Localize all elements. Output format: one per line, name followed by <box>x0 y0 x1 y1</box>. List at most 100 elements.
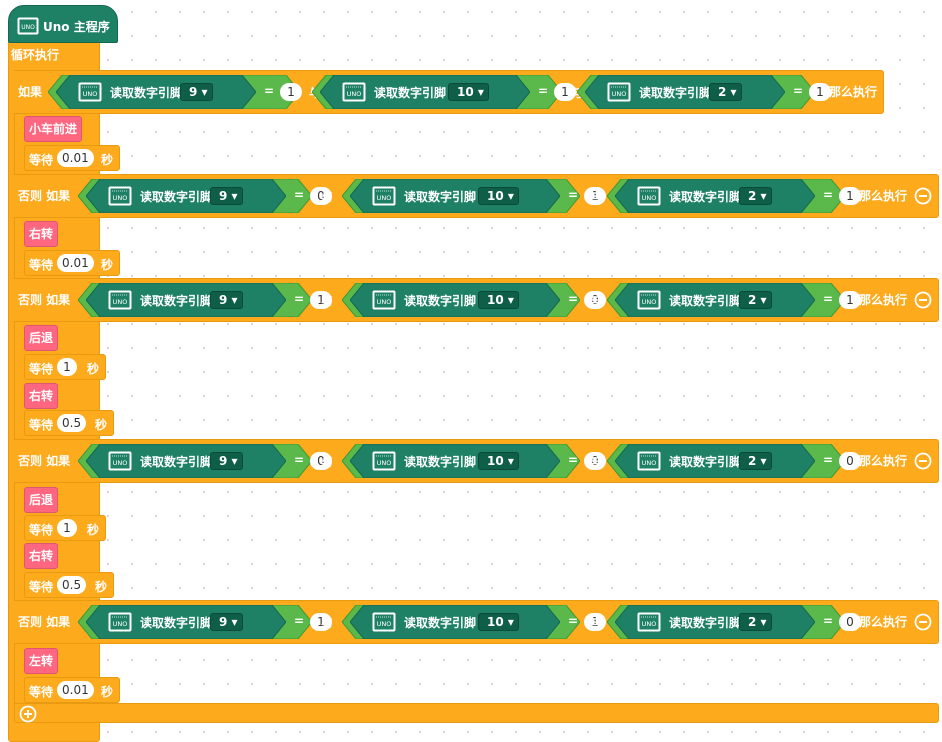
read-digital-pin-block[interactable]: UNO 读取数字引脚 9 ▾ <box>56 75 256 109</box>
wait-duration-input[interactable]: 0.01 <box>57 149 94 167</box>
wait-seconds-block[interactable]: 等待 1 秒 <box>24 354 106 380</box>
pin-number-dropdown[interactable]: 2 ▾ <box>739 187 772 205</box>
equals-compare-block[interactable]: UNO 读取数字引脚 9 ▾ = 1 <box>78 283 332 317</box>
car-action-block[interactable]: 右转 <box>24 221 59 247</box>
seconds-unit-label: 秒 <box>95 580 108 594</box>
pin-number-dropdown[interactable]: 9 ▾ <box>210 291 243 309</box>
compare-value-input[interactable]: 0 <box>839 613 861 631</box>
read-digital-pin-block[interactable]: UNO 读取数字引脚 9 ▾ <box>86 605 286 639</box>
equals-compare-block[interactable]: UNO 读取数字引脚 10 ▾ = 1 <box>312 75 576 109</box>
read-pin-label: 读取数字引脚 <box>404 455 477 469</box>
pin-number-dropdown[interactable]: 10 ▾ <box>478 613 519 631</box>
wait-duration-input[interactable]: 0.01 <box>57 254 94 272</box>
compare-value-input[interactable]: 1 <box>809 83 831 101</box>
read-pin-label: 读取数字引脚 <box>140 616 213 630</box>
compare-value-input[interactable]: 1 <box>839 187 861 205</box>
pin-number-dropdown[interactable]: 10 ▾ <box>448 83 489 101</box>
read-digital-pin-block[interactable]: UNO 读取数字引脚 2 ▾ <box>615 283 815 317</box>
read-digital-pin-block[interactable]: UNO 读取数字引脚 10 ▾ <box>320 75 530 109</box>
wait-duration-input[interactable]: 1 <box>57 519 77 537</box>
then-do-label: 那么执行 <box>859 189 908 203</box>
wait-label: 等待 <box>29 258 54 272</box>
equals-compare-block[interactable]: UNO 读取数字引脚 2 ▾ = 1 <box>577 75 831 109</box>
read-digital-pin-block[interactable]: UNO 读取数字引脚 10 ▾ <box>350 444 560 478</box>
seconds-unit-label: 秒 <box>101 258 114 272</box>
read-digital-pin-block[interactable]: UNO 读取数字引脚 10 ▾ <box>350 179 560 213</box>
chevron-down-icon: ▾ <box>227 454 238 468</box>
if-prefix-label: 否则 如果 <box>18 615 71 629</box>
wait-seconds-block[interactable]: 等待 1 秒 <box>24 515 106 541</box>
read-digital-pin-block[interactable]: UNO 读取数字引脚 2 ▾ <box>585 75 785 109</box>
wait-seconds-block[interactable]: 等待 0.01 秒 <box>24 677 120 703</box>
and-operator-label: 与 <box>589 294 602 308</box>
pin-number-dropdown[interactable]: 2 ▾ <box>739 452 772 470</box>
pin-number-dropdown[interactable]: 9 ▾ <box>180 83 213 101</box>
read-digital-pin-block[interactable]: UNO 读取数字引脚 2 ▾ <box>615 605 815 639</box>
read-pin-label: 读取数字引脚 <box>669 294 742 308</box>
pin-number-dropdown[interactable]: 2 ▾ <box>709 83 742 101</box>
compare-value-input[interactable]: 1 <box>280 83 302 101</box>
wait-seconds-block[interactable]: 等待 0.5 秒 <box>24 410 114 436</box>
read-digital-pin-block[interactable]: UNO 读取数字引脚 9 ▾ <box>86 444 286 478</box>
equals-compare-block[interactable]: UNO 读取数字引脚 9 ▾ = 1 <box>48 75 302 109</box>
uno-board-icon: UNO <box>372 451 396 471</box>
equals-compare-block[interactable]: UNO 读取数字引脚 10 ▾ = 0 <box>342 283 606 317</box>
equals-compare-block[interactable]: UNO 读取数字引脚 2 ▾ = 0 <box>607 444 861 478</box>
equals-compare-block[interactable]: UNO 读取数字引脚 10 ▾ = 0 <box>342 444 606 478</box>
wait-seconds-block[interactable]: 等待 0.01 秒 <box>24 250 120 276</box>
read-digital-pin-block[interactable]: UNO 读取数字引脚 9 ▾ <box>86 179 286 213</box>
read-pin-label: 读取数字引脚 <box>374 86 447 100</box>
car-action-block[interactable]: 右转 <box>24 543 59 569</box>
car-action-block[interactable]: 后退 <box>24 325 59 351</box>
wait-duration-input[interactable]: 0.01 <box>57 681 94 699</box>
compare-value-input[interactable]: 0 <box>839 452 861 470</box>
read-digital-pin-block[interactable]: UNO 读取数字引脚 2 ▾ <box>615 444 815 478</box>
chevron-down-icon: ▾ <box>227 189 238 203</box>
remove-branch-icon[interactable] <box>914 187 932 205</box>
equals-compare-block[interactable]: UNO 读取数字引脚 2 ▾ = 1 <box>607 283 861 317</box>
svg-text:UNO: UNO <box>377 459 392 467</box>
svg-text:UNO: UNO <box>83 90 98 98</box>
compare-value-input[interactable]: 1 <box>839 291 861 309</box>
pin-number-dropdown[interactable]: 10 ▾ <box>478 291 519 309</box>
then-do-label: 那么执行 <box>859 454 908 468</box>
add-branch-icon[interactable] <box>19 705 37 723</box>
equals-compare-block[interactable]: UNO 读取数字引脚 9 ▾ = 1 <box>78 605 332 639</box>
equals-compare-block[interactable]: UNO 读取数字引脚 10 ▾ = 1 <box>342 605 606 639</box>
equals-compare-block[interactable]: UNO 读取数字引脚 10 ▾ = 1 <box>342 179 606 213</box>
read-digital-pin-block[interactable]: UNO 读取数字引脚 2 ▾ <box>615 179 815 213</box>
car-action-block[interactable]: 小车前进 <box>24 116 83 142</box>
chevron-down-icon: ▾ <box>503 189 514 203</box>
pin-number-dropdown[interactable]: 9 ▾ <box>210 613 243 631</box>
equals-compare-block[interactable]: UNO 读取数字引脚 2 ▾ = 0 <box>607 605 861 639</box>
wait-duration-input[interactable]: 0.5 <box>57 576 87 594</box>
wait-duration-input[interactable]: 1 <box>57 358 77 376</box>
read-digital-pin-block[interactable]: UNO 读取数字引脚 10 ▾ <box>350 605 560 639</box>
svg-text:UNO: UNO <box>642 298 657 306</box>
wait-seconds-block[interactable]: 等待 0.01 秒 <box>24 145 120 171</box>
car-action-block[interactable]: 后退 <box>24 487 59 513</box>
car-action-block[interactable]: 右转 <box>24 383 59 409</box>
read-digital-pin-block[interactable]: UNO 读取数字引脚 9 ▾ <box>86 283 286 317</box>
wait-duration-input[interactable]: 0.5 <box>57 414 87 432</box>
pin-number-dropdown[interactable]: 10 ▾ <box>478 452 519 470</box>
remove-branch-icon[interactable] <box>914 452 932 470</box>
pin-number-dropdown[interactable]: 10 ▾ <box>478 187 519 205</box>
pin-number-dropdown[interactable]: 9 ▾ <box>210 187 243 205</box>
wait-seconds-block[interactable]: 等待 0.5 秒 <box>24 572 114 598</box>
equals-compare-block[interactable]: UNO 读取数字引脚 9 ▾ = 0 <box>78 179 332 213</box>
uno-main-hat-block[interactable]: UNO Uno 主程序 <box>8 5 118 43</box>
remove-branch-icon[interactable] <box>914 291 932 309</box>
equals-sign: = <box>568 453 579 467</box>
equals-compare-block[interactable]: UNO 读取数字引脚 2 ▾ = 1 <box>607 179 861 213</box>
svg-text:UNO: UNO <box>113 620 128 628</box>
svg-text:UNO: UNO <box>642 620 657 628</box>
pin-number-dropdown[interactable]: 2 ▾ <box>739 291 772 309</box>
pin-number-dropdown[interactable]: 2 ▾ <box>739 613 772 631</box>
pin-number-value: 10 <box>487 454 504 468</box>
equals-compare-block[interactable]: UNO 读取数字引脚 9 ▾ = 0 <box>78 444 332 478</box>
pin-number-dropdown[interactable]: 9 ▾ <box>210 452 243 470</box>
car-action-block[interactable]: 左转 <box>24 648 59 674</box>
remove-branch-icon[interactable] <box>914 613 932 631</box>
read-digital-pin-block[interactable]: UNO 读取数字引脚 10 ▾ <box>350 283 560 317</box>
